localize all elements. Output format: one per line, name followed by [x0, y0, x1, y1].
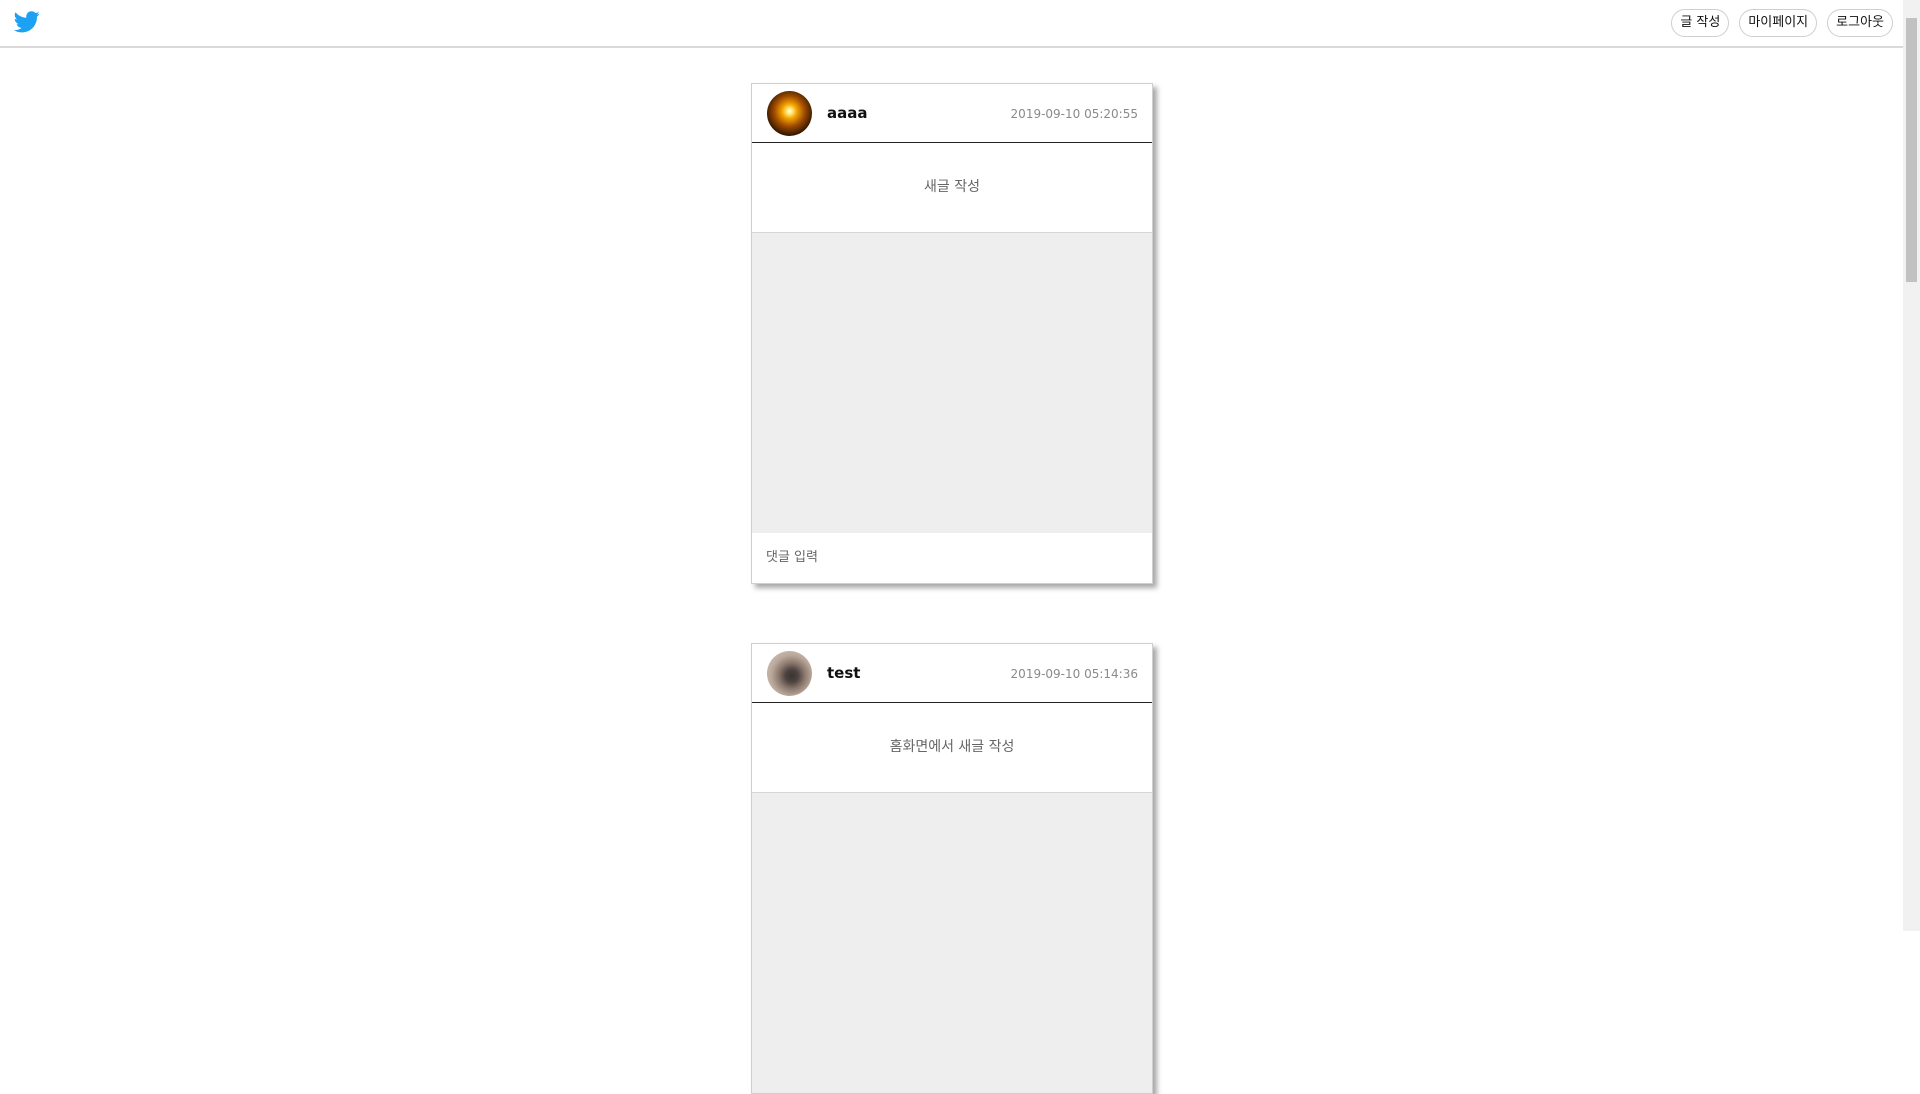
scrollbar-thumb[interactable] — [1906, 18, 1917, 282]
post-header: test 2019-09-10 05:14:36 — [752, 644, 1152, 703]
nav-button-group: 글 작성 마이페이지 로그아웃 — [1671, 9, 1893, 37]
post-timestamp: 2019-09-10 05:20:55 — [1010, 107, 1138, 121]
post-username[interactable]: aaaa — [827, 104, 868, 122]
post-card: aaaa 2019-09-10 05:20:55 새글 작성 — [751, 83, 1153, 584]
mypage-button[interactable]: 마이페이지 — [1739, 9, 1818, 37]
avatar[interactable] — [767, 651, 812, 696]
post-image-area — [752, 793, 1152, 1093]
post-timestamp: 2019-09-10 05:14:36 — [1010, 667, 1138, 681]
post-content: 새글 작성 — [752, 143, 1152, 233]
vertical-scrollbar[interactable] — [1903, 0, 1920, 931]
write-post-button[interactable]: 글 작성 — [1671, 9, 1730, 37]
comment-input[interactable] — [766, 545, 1126, 569]
post-content: 홈화면에서 새글 작성 — [752, 703, 1152, 793]
post-card: test 2019-09-10 05:14:36 홈화면에서 새글 작성 — [751, 643, 1153, 1094]
logout-button[interactable]: 로그아웃 — [1827, 9, 1893, 37]
post-header: aaaa 2019-09-10 05:20:55 — [752, 84, 1152, 143]
twitter-logo-icon[interactable] — [14, 11, 40, 33]
post-username[interactable]: test — [827, 664, 860, 682]
top-navbar: 글 작성 마이페이지 로그아웃 — [0, 0, 1903, 48]
avatar[interactable] — [767, 91, 812, 136]
post-image-area — [752, 233, 1152, 533]
comment-row — [752, 533, 1152, 583]
